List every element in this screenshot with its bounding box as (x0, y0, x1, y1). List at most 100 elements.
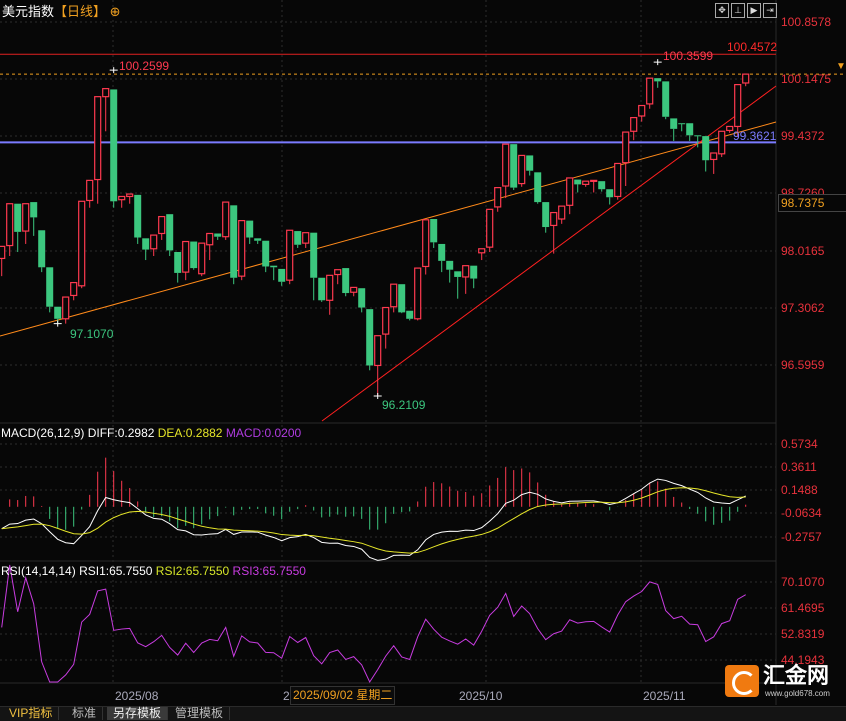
low-annotation: 96.2109 (382, 398, 426, 412)
candle-body (654, 78, 662, 82)
candle-body (438, 243, 446, 261)
extreme-marker (653, 59, 662, 66)
candle-body (542, 202, 550, 228)
candle-body (454, 271, 462, 277)
price-axis-label: 99.4372 (781, 129, 825, 143)
high-annotation: 100.2599 (119, 59, 170, 73)
candle-body (238, 220, 246, 277)
macd-axis-label: 0.1488 (781, 483, 818, 497)
candle-body (526, 155, 534, 171)
candle-body (134, 194, 142, 238)
tab-save-template[interactable]: 另存模板 (107, 707, 169, 720)
candle-body (78, 200, 86, 287)
candle-body (686, 123, 694, 136)
candle-body (222, 201, 230, 238)
logo-name: 汇金网 (763, 663, 830, 688)
tab-vip-indicators[interactable]: VIP指标 (3, 707, 60, 720)
candle-body (102, 88, 110, 98)
candle-body (206, 232, 214, 246)
rsi2-value: RSI2:65.7550 (155, 564, 230, 578)
candle-body (630, 116, 638, 132)
price-axis-label: 100.8578 (781, 15, 832, 29)
candle-body (598, 181, 606, 190)
candle-body (0, 245, 6, 260)
macd-value: MACD:0.0200 (225, 426, 302, 440)
candle-body (734, 83, 742, 128)
candle-body (86, 179, 94, 202)
chart-canvas[interactable] (0, 0, 846, 720)
time-axis-label: 2025/10 (459, 689, 503, 703)
candle-body (214, 233, 222, 237)
cursor-date-label: 2025/09/02 星期二 (290, 686, 396, 705)
tab-manage-templates[interactable]: 管理模板 (169, 707, 231, 720)
low-annotation: 97.1070 (70, 327, 114, 341)
rsi-axis-label: 61.4695 (781, 601, 825, 615)
period-label[interactable]: 【日线】 (54, 4, 106, 19)
gold678-logo-icon (725, 665, 759, 697)
candle-body (398, 284, 406, 313)
price-axis-label: 100.1475 (781, 72, 832, 86)
candle-body (366, 309, 374, 366)
support-label: 99.3621 (733, 129, 777, 143)
candle-body (406, 310, 414, 319)
rsi-line (1, 564, 746, 684)
candle-body (326, 274, 334, 301)
candle-body (646, 77, 654, 105)
instrument-name: 美元指数 (2, 4, 55, 19)
candle-body (278, 268, 286, 282)
crosshair-icon[interactable]: ✥ (715, 3, 729, 18)
candle-body (318, 277, 326, 301)
candle-body (182, 240, 190, 273)
candle-body (694, 135, 702, 137)
candle-body (94, 96, 102, 181)
candle-body (638, 104, 646, 117)
candle-body (414, 267, 422, 320)
candle-body (390, 283, 398, 308)
macd-legend: MACD(26,12,9) DIFF:0.2982 DEA:0.2882 MAC… (1, 426, 301, 440)
candle-body (286, 229, 294, 281)
candle-body (246, 220, 254, 238)
candle-body (294, 231, 302, 245)
circle-plus-icon[interactable]: ⊕ (110, 4, 121, 19)
candle-body (622, 131, 630, 164)
candle-body (174, 251, 182, 273)
candle-body (670, 118, 678, 129)
candle-body (662, 81, 670, 117)
candle-body (14, 203, 22, 232)
candle-body (558, 205, 566, 220)
candle-body (110, 89, 118, 202)
candle-body (62, 296, 70, 320)
extreme-marker (373, 393, 382, 400)
candle-body (382, 306, 390, 335)
candle-body (566, 177, 574, 206)
candle-body (726, 125, 734, 132)
candle-body (190, 241, 198, 269)
time-axis-label: 2 (283, 689, 290, 703)
macd-axis-label: 0.5734 (781, 437, 818, 451)
extreme-marker (109, 67, 118, 74)
candle-body (342, 268, 350, 294)
candle-body (710, 152, 718, 161)
rsi-title: RSI(14,14,14) (1, 564, 76, 578)
candle-body (198, 242, 206, 275)
candle-body (46, 267, 54, 307)
candle-body (550, 211, 558, 227)
macd-axis-label: 0.3611 (781, 460, 817, 474)
candle-body (534, 172, 542, 203)
candle-body (230, 205, 238, 278)
candle-body (502, 143, 510, 187)
candle-body (486, 208, 494, 248)
logo-url: www.gold678.com (765, 689, 830, 698)
candle-body (270, 265, 278, 268)
resistance-label: 100.4572 (727, 40, 778, 54)
candle-body (142, 238, 150, 250)
zoom-range-icon[interactable]: ⊥ (731, 3, 745, 18)
macd-axis-label: -0.0634 (781, 506, 822, 520)
rsi-axis-label: 70.1070 (781, 575, 825, 589)
scroll-end-icon[interactable]: ⇥ (763, 3, 777, 18)
tab-standard[interactable]: 标准 (66, 707, 104, 720)
play-icon[interactable]: ▶ (747, 3, 761, 18)
candle-body (22, 203, 30, 232)
candle-body (718, 130, 726, 155)
candle-body (70, 281, 78, 297)
